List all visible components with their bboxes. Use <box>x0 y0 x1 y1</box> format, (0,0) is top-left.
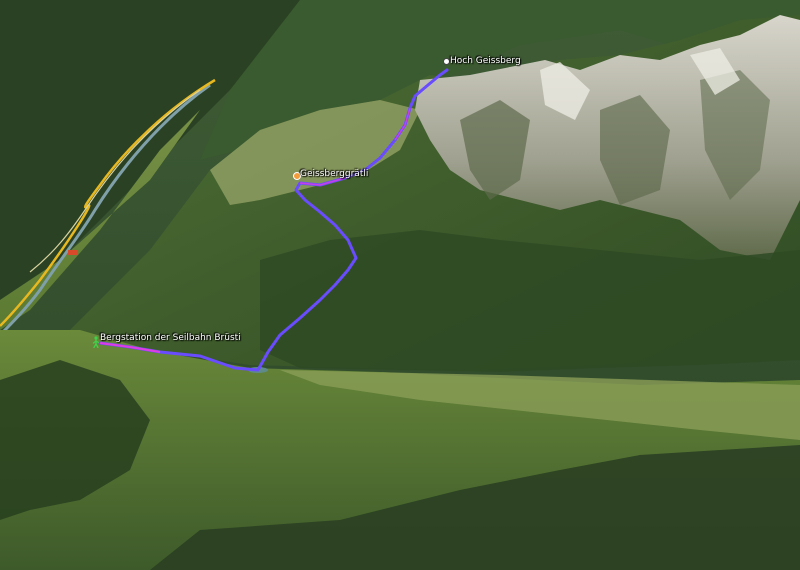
hiker-start-icon <box>92 336 100 348</box>
saddle-label[interactable]: Geissberggrätli <box>300 170 368 179</box>
map-view[interactable]: Hoch Geissberg Geissberggrätli Bergstati… <box>0 0 800 570</box>
town-marker <box>68 250 78 255</box>
summit-label[interactable]: Hoch Geissberg <box>450 57 521 66</box>
terrain-imagery[interactable] <box>0 0 800 570</box>
start-label[interactable]: Bergstation der Seilbahn Brüsti <box>100 334 241 343</box>
summit-pin-icon <box>443 58 450 65</box>
